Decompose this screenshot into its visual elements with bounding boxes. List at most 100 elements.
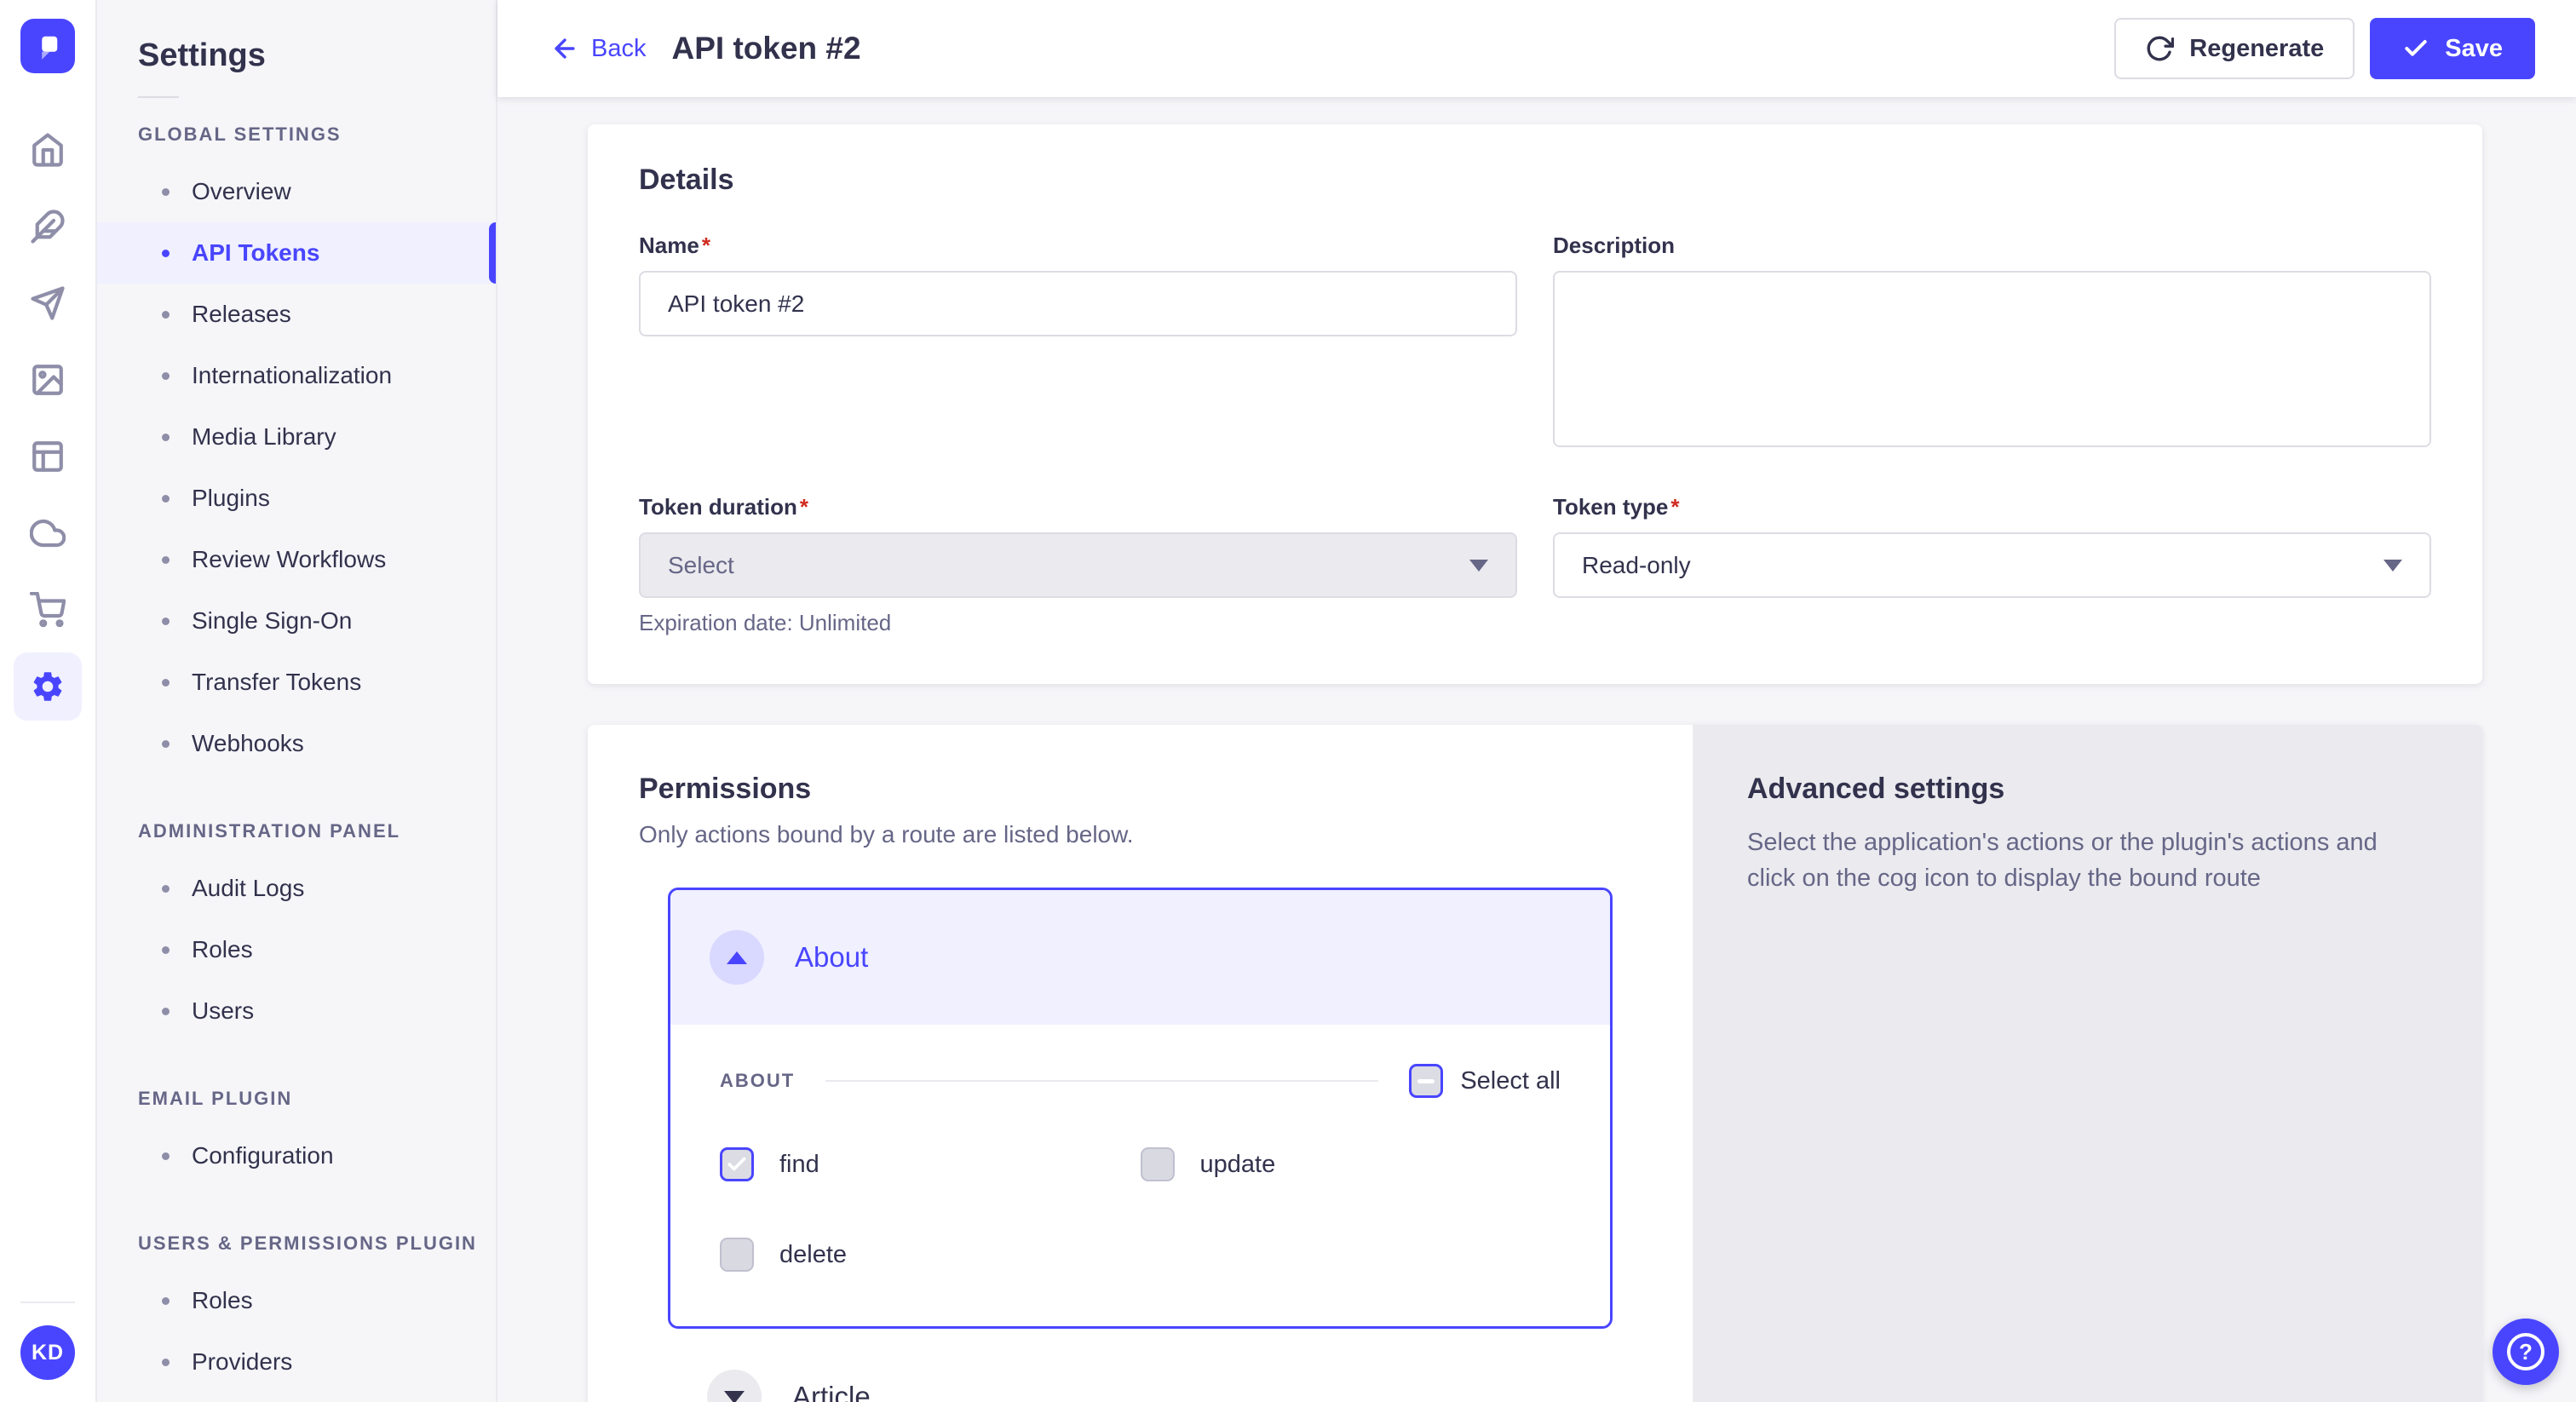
advanced-settings-description: Select the application's actions or the … [1747,825,2403,896]
about-group-label: ABOUT [720,1070,795,1092]
sidebar-item-label: Plugins [192,485,270,512]
media-library-icon[interactable] [14,346,82,414]
sidebar-item-audit-logs[interactable]: Audit Logs [97,858,496,919]
sidebar-item-api-tokens[interactable]: API Tokens [97,222,496,284]
sidebar-item-webhooks[interactable]: Webhooks [97,713,496,774]
cloud-icon[interactable] [14,499,82,567]
advanced-settings-panel: Advanced settings Select the application… [1693,725,2482,1402]
bullet-icon [162,1359,170,1366]
group-divider [825,1080,1378,1082]
bullet-icon [162,372,170,380]
deploy-icon[interactable] [14,269,82,337]
sidebar-item-releases[interactable]: Releases [97,284,496,345]
sidebar-item-label: Transfer Tokens [192,669,361,696]
bullet-icon [162,1008,170,1015]
details-fields: Name* Description Token duration* Select… [639,233,2431,636]
layout-icon[interactable] [14,422,82,491]
required-asterisk: * [800,494,808,520]
save-label: Save [2445,35,2503,63]
token-type-select[interactable]: Read-only [1553,532,2431,598]
settings-sidebar: Settings GLOBAL SETTINGS Overview API To… [97,0,497,1402]
bullet-icon [162,556,170,564]
bullet-icon [162,250,170,257]
sidebar-item-admin-roles[interactable]: Roles [97,919,496,980]
description-textarea[interactable] [1553,271,2431,447]
sidebar-item-transfer-tokens[interactable]: Transfer Tokens [97,652,496,713]
checkbox-find[interactable] [720,1147,754,1181]
settings-icon[interactable] [14,652,82,721]
sidebar-item-email-configuration[interactable]: Configuration [97,1125,496,1187]
expand-toggle-button[interactable] [707,1370,762,1402]
section-users-permissions-plugin: USERS & PERMISSIONS PLUGIN Roles Provide… [97,1232,496,1393]
bullet-icon [162,1152,170,1160]
permissions-subtitle: Only actions bound by a route are listed… [639,821,1642,848]
token-type-label: Token type* [1553,494,2431,520]
select-all-label: Select all [1460,1067,1561,1095]
sidebar-item-internationalization[interactable]: Internationalization [97,345,496,406]
sidebar-item-up-providers[interactable]: Providers [97,1331,496,1393]
token-duration-select[interactable]: Select [639,532,1517,598]
sidebar-item-label: Releases [192,301,291,328]
accordion-about-title: About [795,941,868,974]
action-update[interactable]: update [1141,1147,1561,1181]
sidebar-item-overview[interactable]: Overview [97,161,496,222]
action-delete[interactable]: delete [720,1238,1141,1272]
content-builder-icon[interactable] [14,192,82,261]
accordion-about-body: ABOUT Select all [670,1025,1610,1326]
indeterminate-dash-icon [1417,1079,1435,1083]
sidebar-item-admin-users[interactable]: Users [97,980,496,1042]
sidebar-item-label: Webhooks [192,730,304,757]
sidebar-item-label: Roles [192,1287,253,1314]
select-all-control[interactable]: Select all [1409,1064,1561,1098]
sidebar-item-single-sign-on[interactable]: Single Sign-On [97,590,496,652]
rail-bottom: KD [0,1301,95,1402]
section-administration-panel: ADMINISTRATION PANEL Audit Logs Roles Us… [97,820,496,1042]
collapse-toggle-button[interactable] [710,930,764,985]
checkbox-delete[interactable] [720,1238,754,1272]
sidebar-title: Settings [97,37,496,74]
action-find[interactable]: find [720,1147,1141,1181]
action-label: find [779,1151,819,1179]
bullet-icon [162,740,170,748]
token-type-value: Read-only [1582,552,1691,579]
back-button[interactable]: Back [550,34,646,63]
main-area: Back API token #2 Regenerate Save Detail… [497,0,2576,1402]
sidebar-item-label: Internationalization [192,362,392,389]
main-nav-rail: KD [0,0,97,1402]
user-avatar[interactable]: KD [20,1325,75,1380]
help-button[interactable]: ? [2493,1319,2559,1385]
bullet-icon [162,188,170,196]
accordion-about-header[interactable]: About [670,890,1610,1025]
checkbox-update[interactable] [1141,1147,1175,1181]
regenerate-label: Regenerate [2189,35,2324,63]
token-type-field-group: Token type* Read-only [1553,494,2431,636]
section-global-settings: GLOBAL SETTINGS Overview API Tokens Rele… [97,124,496,774]
sidebar-item-label: Roles [192,936,253,963]
token-duration-label: Token duration* [639,494,1517,520]
bullet-icon [162,679,170,687]
sidebar-item-label: Media Library [192,423,336,451]
strapi-logo-icon [32,31,63,61]
accordion-article-header[interactable]: Article [707,1370,1642,1402]
accordion-about: About ABOUT Select all [668,888,1613,1329]
select-all-checkbox[interactable] [1409,1064,1443,1098]
details-heading: Details [639,164,2431,197]
rail-divider [20,1301,75,1303]
save-button[interactable]: Save [2370,18,2535,79]
sidebar-item-plugins[interactable]: Plugins [97,468,496,529]
header-actions: Regenerate Save [2114,18,2535,79]
sidebar-item-review-workflows[interactable]: Review Workflows [97,529,496,590]
sidebar-item-media-library[interactable]: Media Library [97,406,496,468]
strapi-logo[interactable] [20,19,75,73]
sidebar-item-label: Providers [192,1348,292,1376]
section-label: ADMINISTRATION PANEL [97,820,496,842]
check-icon [2402,35,2429,62]
sidebar-item-up-roles[interactable]: Roles [97,1270,496,1331]
regenerate-button[interactable]: Regenerate [2114,18,2355,79]
permissions-panel: Permissions Only actions bound by a rout… [588,725,1693,1402]
home-icon[interactable] [14,116,82,184]
marketplace-icon[interactable] [14,576,82,644]
content-scroll-area: Details Name* Description Token duration… [497,97,2576,1402]
name-input[interactable] [639,271,1517,336]
triangle-down-icon [724,1391,745,1402]
